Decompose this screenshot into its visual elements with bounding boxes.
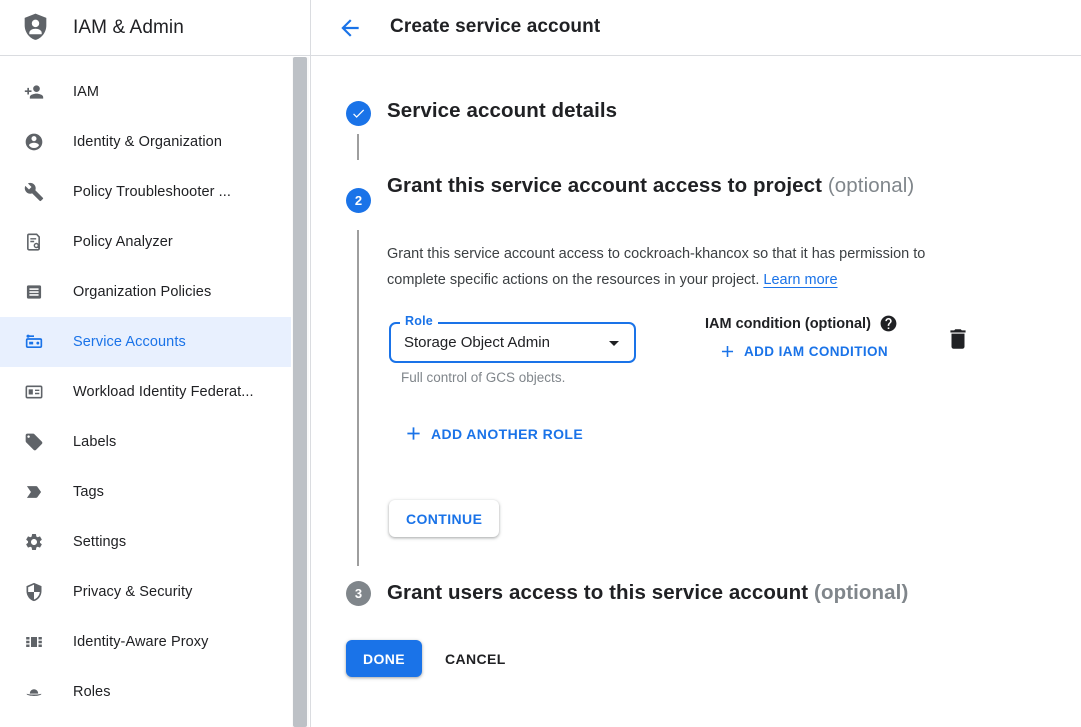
sidebar-item-policy-analyzer[interactable]: Policy Analyzer	[0, 217, 291, 267]
step-connector	[357, 230, 359, 566]
product-title: IAM & Admin	[73, 17, 184, 39]
create-service-account-page: IAM & Admin IAM Identity & Organization …	[0, 0, 1081, 727]
workload-identity-icon	[24, 382, 44, 402]
sidebar-item-label: Service Accounts	[73, 334, 186, 350]
step-connector	[357, 134, 359, 160]
sidebar-nav: IAM Identity & Organization Policy Troub…	[0, 57, 291, 717]
sidebar-item-label: Identity-Aware Proxy	[73, 634, 209, 650]
sidebar-item-label: Policy Analyzer	[73, 234, 173, 250]
plus-icon	[718, 342, 744, 361]
help-icon[interactable]	[879, 314, 898, 333]
sidebar-item-identity-aware-proxy[interactable]: Identity-Aware Proxy	[0, 617, 291, 667]
iam-condition-label-text: IAM condition (optional)	[705, 316, 871, 332]
sidebar-item-label: Organization Policies	[73, 284, 211, 300]
sidebar-header: IAM & Admin	[0, 0, 310, 56]
sidebar-item-label: Settings	[73, 534, 126, 550]
step2-description-text: Grant this service account access to coc…	[387, 246, 925, 288]
step3-number-indicator: 3	[346, 581, 371, 606]
account-circle-icon	[24, 132, 44, 152]
tag-icon	[24, 482, 44, 502]
sidebar-item-iam[interactable]: IAM	[0, 67, 291, 117]
chevron-down-icon	[602, 331, 626, 355]
check-icon	[351, 106, 366, 121]
sidebar-item-label: Roles	[73, 684, 111, 700]
label-tag-icon	[24, 432, 44, 452]
sidebar-item-roles[interactable]: Roles	[0, 667, 291, 717]
shield-person-icon	[19, 11, 52, 44]
step3-number: 3	[355, 586, 362, 601]
sidebar-item-workload-identity-federation[interactable]: Workload Identity Federat...	[0, 367, 291, 417]
iam-condition-label: IAM condition (optional)	[705, 314, 898, 333]
sidebar-item-label: IAM	[73, 84, 99, 100]
add-another-role-button[interactable]: ADD ANOTHER ROLE	[403, 423, 583, 444]
org-policies-icon	[24, 282, 44, 302]
policy-analyzer-icon	[24, 232, 44, 252]
page-title: Create service account	[390, 16, 600, 38]
role-select[interactable]: Role Storage Object Admin	[389, 322, 636, 363]
step3-heading: Grant users access to this service accou…	[387, 581, 908, 605]
sidebar-item-policy-troubleshooter[interactable]: Policy Troubleshooter ...	[0, 167, 291, 217]
done-button[interactable]: DONE	[346, 640, 422, 677]
sidebar: IAM & Admin IAM Identity & Organization …	[0, 0, 311, 727]
sidebar-item-label: Tags	[73, 484, 104, 500]
arrow-back-icon	[337, 15, 363, 41]
sidebar-item-label: Labels	[73, 434, 116, 450]
plus-icon	[403, 423, 431, 444]
sidebar-item-privacy-security[interactable]: Privacy & Security	[0, 567, 291, 617]
step3-title: Grant users access to this service accou…	[387, 581, 808, 604]
step2-title: Grant this service account access to pro…	[387, 174, 822, 197]
shield-half-icon	[24, 582, 44, 602]
step1-title: Service account details	[387, 99, 617, 123]
step2-number: 2	[355, 193, 362, 208]
learn-more-link[interactable]: Learn more	[763, 272, 837, 288]
role-selected-value: Storage Object Admin	[404, 324, 550, 361]
step2-description: Grant this service account access to coc…	[387, 242, 965, 293]
add-iam-condition-label: ADD IAM CONDITION	[744, 344, 888, 359]
step1-completed-indicator	[346, 101, 371, 126]
sidebar-item-label: Workload Identity Federat...	[73, 384, 254, 400]
sidebar-item-label: Policy Troubleshooter ...	[73, 184, 231, 200]
sidebar-item-settings[interactable]: Settings	[0, 517, 291, 567]
main-header: Create service account	[311, 0, 1081, 56]
service-accounts-icon	[24, 332, 44, 352]
sidebar-item-service-accounts[interactable]: Service Accounts	[0, 317, 291, 367]
step3-optional-label: (optional)	[814, 581, 908, 604]
wrench-icon	[24, 182, 44, 202]
continue-button[interactable]: CONTINUE	[389, 500, 499, 537]
sidebar-item-identity-organization[interactable]: Identity & Organization	[0, 117, 291, 167]
person-add-icon	[24, 82, 44, 102]
sidebar-scrollbar-thumb[interactable]	[293, 57, 307, 727]
sidebar-item-organization-policies[interactable]: Organization Policies	[0, 267, 291, 317]
step2-optional-label: (optional)	[828, 174, 914, 197]
sidebar-item-labels[interactable]: Labels	[0, 417, 291, 467]
add-another-role-label: ADD ANOTHER ROLE	[431, 426, 583, 442]
step2-number-indicator: 2	[346, 188, 371, 213]
step2-heading: Grant this service account access to pro…	[387, 169, 914, 203]
sidebar-item-tags[interactable]: Tags	[0, 467, 291, 517]
sidebar-scrollbar-track	[292, 57, 309, 727]
trash-icon[interactable]	[945, 326, 971, 352]
back-button[interactable]	[337, 15, 363, 41]
add-iam-condition-button[interactable]: ADD IAM CONDITION	[718, 342, 888, 361]
hat-icon	[24, 682, 44, 702]
role-helper-text: Full control of GCS objects.	[401, 370, 565, 385]
sidebar-item-label: Identity & Organization	[73, 134, 222, 150]
proxy-grid-icon	[24, 632, 44, 652]
sidebar-item-label: Privacy & Security	[73, 584, 192, 600]
cancel-button[interactable]: CANCEL	[428, 641, 523, 677]
gear-icon	[24, 532, 44, 552]
